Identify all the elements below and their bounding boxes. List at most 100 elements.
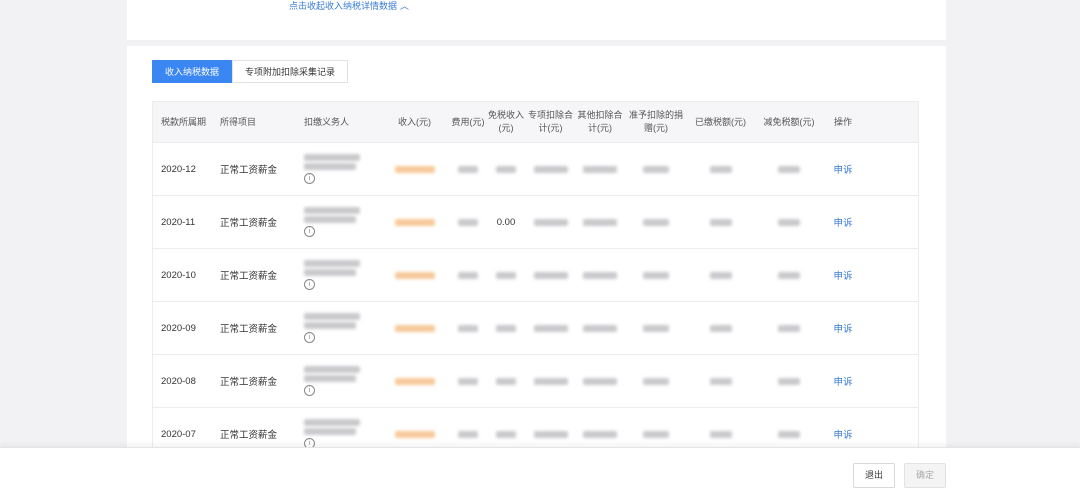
redacted-value [304,375,356,382]
cell-tax-relief [754,249,824,301]
cell-tax-paid [687,143,754,195]
redacted-value [533,430,568,438]
cell-income [379,408,450,450]
cell-period: 2020-10 [161,269,196,281]
redacted-value [709,377,732,385]
table-body: 2020-12 正常工资薪金 i 申诉 2020-11 正常工资薪金 i 0.00 申诉 2020… [153,143,918,450]
cell-income [379,355,450,407]
col-header-expense: 费用(元) [451,116,485,127]
redacted-value [778,430,800,438]
info-icon[interactable]: i [304,173,315,184]
redacted-value [304,322,356,329]
footer-bar: 退出 确定 [0,447,1080,494]
redacted-value [643,218,669,226]
cell-expense [450,249,486,301]
tab-income-tax-data[interactable]: 收入纳税数据 [152,60,233,83]
table-row: 2020-10 正常工资薪金 i 申诉 [153,249,918,302]
exit-button[interactable]: 退出 [853,463,895,488]
cell-expense [450,408,486,450]
redacted-value [778,271,800,279]
redacted-value [304,366,360,373]
cell-tax-relief [754,408,824,450]
redacted-value [304,260,360,267]
cell-other-deduction [575,355,625,407]
col-header-other-deduction: 其他扣除合计(元) [577,110,623,133]
redacted-value [496,324,516,332]
cell-special-deduction [526,302,575,354]
appeal-link[interactable]: 申诉 [833,374,852,388]
cell-item: 正常工资薪金 [220,377,278,388]
redacted-value [533,271,568,279]
cell-donation [625,302,687,354]
cell-period: 2020-11 [161,216,196,228]
redacted-value [643,430,669,438]
cell-action: 申诉 [824,355,862,407]
cell-donation [625,355,687,407]
cell-other-deduction [575,408,625,450]
cell-item: 正常工资薪金 [220,324,278,335]
cell-other-deduction [575,196,625,248]
redacted-value [394,218,435,226]
info-icon[interactable]: i [304,385,315,396]
col-header-tax-free-income: 免税收入(元) [487,110,524,133]
redacted-value [304,163,356,170]
col-header-tax-relief: 减免税额(元) [763,116,815,127]
appeal-link[interactable]: 申诉 [833,321,852,335]
cell-action: 申诉 [824,249,862,301]
cell-tax-relief [754,196,824,248]
appeal-link[interactable]: 申诉 [833,162,852,176]
records-card: 收入纳税数据 专项附加扣除采集记录 税款所属期 所得项目 扣缴义务人 收入(元)… [127,46,946,450]
cell-period: 2020-07 [161,428,196,440]
appeal-link[interactable]: 申诉 [833,427,852,441]
cell-expense [450,143,486,195]
redacted-value [394,377,435,385]
redacted-value [458,165,478,173]
cell-withholding-agent: i [297,143,379,195]
redacted-value [533,218,568,226]
info-icon[interactable]: i [304,279,315,290]
cell-expense [450,196,486,248]
income-tax-table: 税款所属期 所得项目 扣缴义务人 收入(元) 费用(元) 免税收入(元) 专项扣… [152,101,919,450]
appeal-link[interactable]: 申诉 [833,215,852,229]
redacted-value [709,271,732,279]
cell-donation [625,249,687,301]
redacted-value [778,165,800,173]
cell-tax-free-income [486,355,526,407]
cell-special-deduction [526,408,575,450]
redacted-value [304,216,356,223]
redacted-value [709,165,732,173]
redacted-value [778,218,800,226]
cell-tax-relief [754,302,824,354]
redacted-value [643,271,669,279]
col-header-withholding-agent: 扣缴义务人 [304,116,350,127]
collapse-details-link[interactable]: 点击收起收入纳税详情数据 ︿ [289,0,409,12]
confirm-button[interactable]: 确定 [904,463,946,488]
info-icon[interactable]: i [304,332,315,343]
redacted-value [583,377,617,385]
redacted-value [778,377,800,385]
cell-period: 2020-12 [161,163,196,175]
redacted-value [496,165,516,173]
cell-tax-free-income [486,249,526,301]
redacted-value [394,430,435,438]
col-header-income: 收入(元) [398,116,431,127]
cell-action: 申诉 [824,143,862,195]
table-row: 2020-08 正常工资薪金 i 申诉 [153,355,918,408]
table-header: 税款所属期 所得项目 扣缴义务人 收入(元) 费用(元) 免税收入(元) 专项扣… [153,102,918,143]
redacted-value [304,207,360,214]
redacted-value [394,324,435,332]
col-header-item: 所得项目 [220,116,257,127]
appeal-link[interactable]: 申诉 [833,268,852,282]
cell-tax-paid [687,196,754,248]
info-icon[interactable]: i [304,226,315,237]
redacted-value [709,324,732,332]
redacted-value [533,377,568,385]
cell-withholding-agent: i [297,408,379,450]
redacted-value [304,419,360,426]
redacted-value [496,271,516,279]
tab-special-deduction-records[interactable]: 专项附加扣除采集记录 [232,60,349,83]
redacted-value [583,430,617,438]
cell-withholding-agent: i [297,196,379,248]
cell-income [379,196,450,248]
cell-withholding-agent: i [297,302,379,354]
